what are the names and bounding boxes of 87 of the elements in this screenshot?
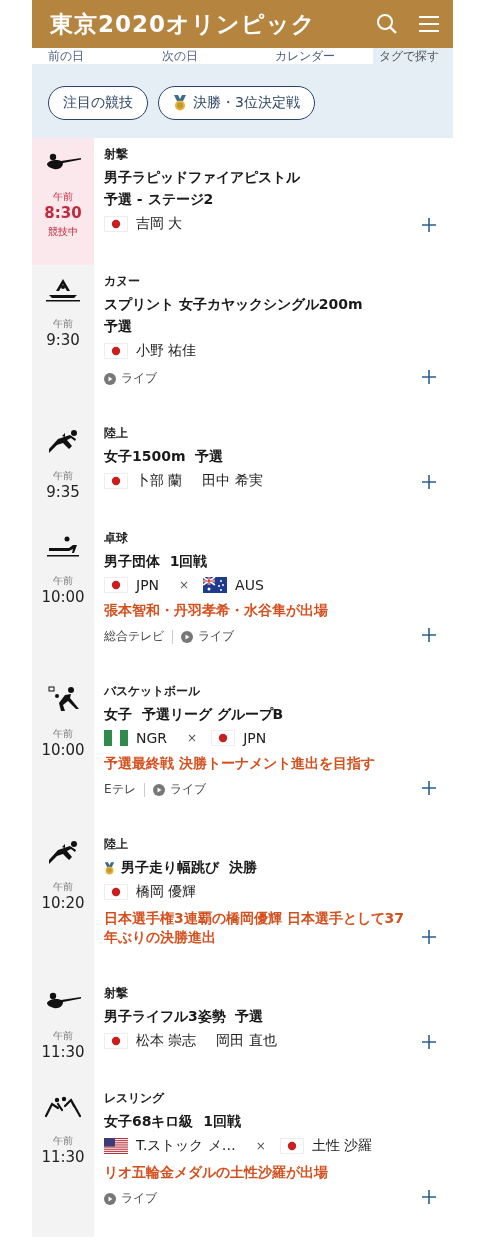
flag-icon <box>104 1033 128 1049</box>
start-time: 9:35 <box>46 483 80 501</box>
event-note: 日本選手権3連覇の橋岡優輝 日本選手として37年ぶりの決勝進出 <box>104 909 406 947</box>
flag-icon <box>104 216 128 232</box>
versus-sign: × <box>179 578 190 592</box>
add-button[interactable] <box>421 1034 437 1050</box>
event-note: リオ五輪金メダルの土性沙羅が出場 <box>104 1163 329 1182</box>
status-label: 競技中 <box>48 225 78 239</box>
sport-name: カヌー <box>104 273 141 290</box>
start-time: 10:00 <box>41 588 85 606</box>
add-button[interactable] <box>421 627 437 643</box>
play-icon <box>181 630 193 643</box>
event-title: 女子68キロ級 1回戦 <box>104 1112 241 1131</box>
event-title: 男子ラピッドファイアピストル 予選 - ステージ2 <box>104 168 300 209</box>
event-title: 男子ライフル3姿勢 予選 <box>104 1007 264 1026</box>
flag-icon <box>104 343 128 359</box>
flag-icon <box>211 730 236 746</box>
add-button[interactable] <box>421 780 437 796</box>
flag-icon <box>104 884 128 900</box>
period-label: 午前 <box>53 1134 73 1148</box>
sport-name: 陸上 <box>104 836 129 853</box>
live-link[interactable]: ライブ <box>104 1190 157 1207</box>
period-label: 午前 <box>53 469 73 483</box>
athlete-name: 岡田 直也 <box>216 1032 277 1050</box>
sport-name: 卓球 <box>104 530 129 547</box>
sport-name: レスリング <box>104 1090 166 1107</box>
live-link[interactable]: ライブ <box>181 628 234 645</box>
add-button[interactable] <box>421 217 437 233</box>
athlete-name: 卜部 蘭 <box>136 472 183 490</box>
flag-icon <box>104 730 128 746</box>
event-title: 男子走り幅跳び 決勝 <box>121 858 257 877</box>
event-title: スプリント 女子カヤックシングル200m 予選 <box>104 295 363 336</box>
filter-pill[interactable]: 決勝・3位決定戦 <box>158 86 315 120</box>
start-time: 10:20 <box>41 894 85 912</box>
period-label: 午前 <box>53 727 73 741</box>
start-time: 8:30 <box>44 204 82 222</box>
sport-name: 陸上 <box>104 425 129 442</box>
nav-tab[interactable]: タグで探す <box>373 48 453 64</box>
athlete-name: JPN <box>243 730 267 746</box>
versus-sign: × <box>255 1139 266 1153</box>
sport-name: 射撃 <box>104 985 129 1002</box>
flag-icon <box>279 1138 304 1154</box>
channel-name: 総合テレビ <box>104 628 164 645</box>
athlete-name: T.ストック メ… <box>136 1137 236 1155</box>
live-link[interactable]: ライブ <box>152 781 206 798</box>
start-time: 11:30 <box>41 1043 85 1061</box>
period-label: 午前 <box>53 880 73 894</box>
flag-icon <box>104 1138 128 1154</box>
athlete-name: 吉岡 大 <box>136 215 183 233</box>
period-label: 午前 <box>53 317 73 331</box>
athlete-name: 松本 崇志 <box>136 1032 197 1050</box>
start-time: 11:30 <box>41 1148 85 1166</box>
athlete-name: NGR <box>136 730 168 746</box>
athlete-name: 田中 希実 <box>202 472 263 490</box>
period-label: 午前 <box>53 1029 73 1043</box>
add-button[interactable] <box>421 1189 437 1205</box>
athlete-name: 小野 祐佳 <box>136 342 197 360</box>
play-icon <box>104 1192 116 1205</box>
filter-pill[interactable]: 注目の競技 <box>48 86 148 120</box>
add-button[interactable] <box>421 474 437 490</box>
period-label: 午前 <box>53 574 73 588</box>
flag-icon <box>203 577 228 593</box>
channel-name: Eテレ <box>104 781 136 798</box>
sport-name: バスケットボール <box>104 683 201 700</box>
athlete-name: 土性 沙羅 <box>311 1137 373 1155</box>
flag-icon <box>104 577 128 593</box>
event-note: 予選最終戦 決勝トーナメント進出を目指す <box>104 754 376 773</box>
sport-name: 射撃 <box>104 146 129 163</box>
search-icon[interactable] <box>375 12 399 36</box>
medal-icon <box>173 95 187 111</box>
add-button[interactable] <box>421 929 437 945</box>
flag-icon <box>104 473 128 489</box>
event-title: 女子 予選リーグ グループB <box>104 705 284 724</box>
start-time: 9:30 <box>46 331 80 349</box>
athlete-name: AUS <box>235 577 264 593</box>
event-title: 男子団体 1回戦 <box>104 552 208 571</box>
start-time: 10:00 <box>41 741 85 759</box>
add-button[interactable] <box>421 369 437 385</box>
period-label: 午前 <box>53 190 73 204</box>
athlete-name: JPN <box>136 577 160 593</box>
event-title: 女子1500m 予選 <box>104 447 224 466</box>
live-link[interactable]: ライブ <box>104 370 157 387</box>
event-note: 張本智和・丹羽孝希・水谷隼が出場 <box>104 601 329 620</box>
play-icon <box>152 783 165 796</box>
play-icon <box>104 372 116 385</box>
athlete-name: 橋岡 優輝 <box>136 883 197 901</box>
versus-sign: × <box>187 731 198 745</box>
